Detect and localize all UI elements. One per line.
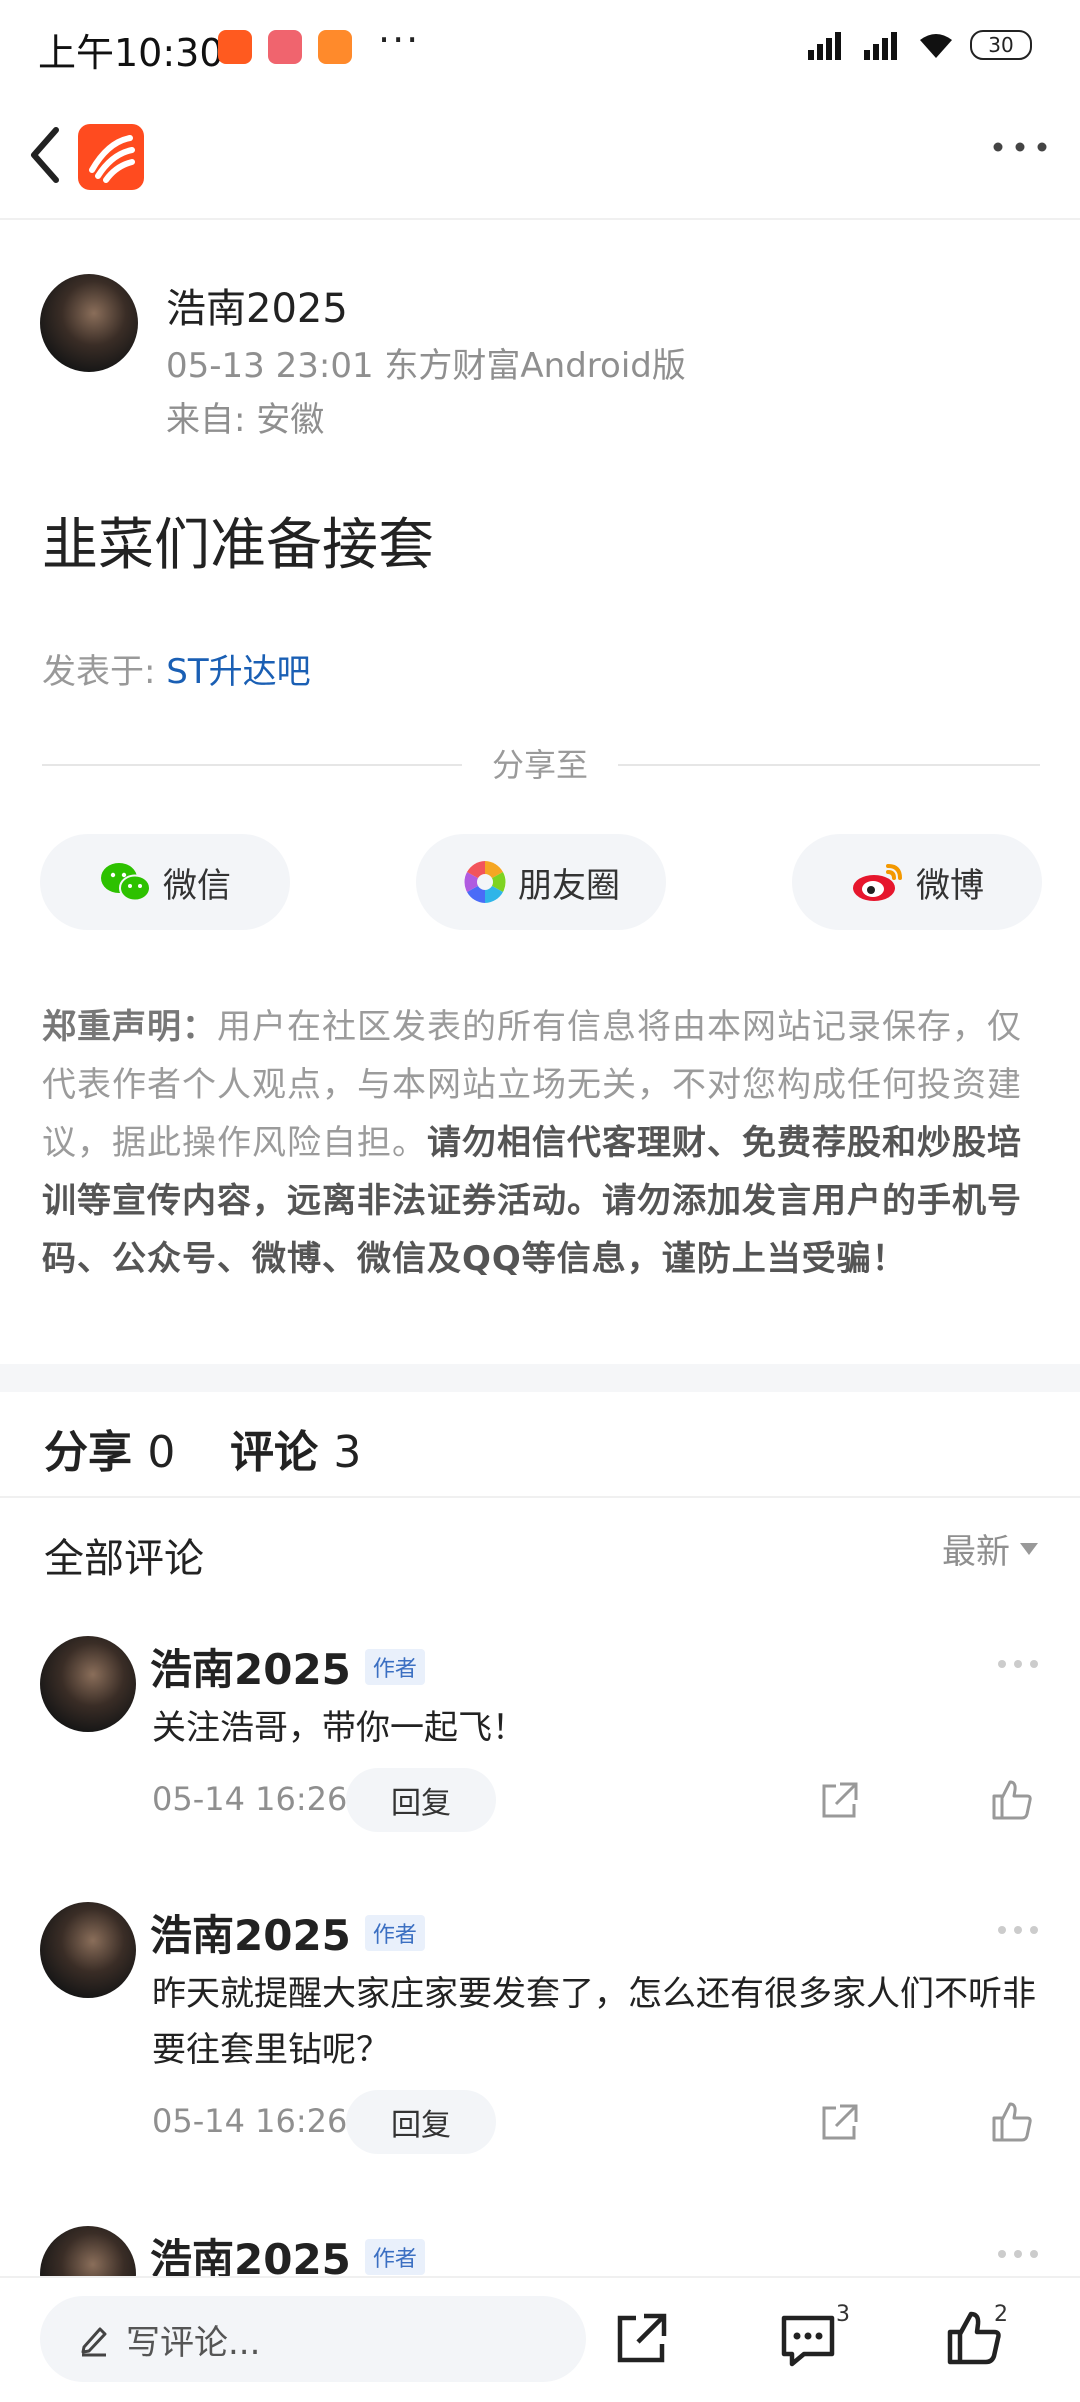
share-moments-label: 朋友圈 — [518, 865, 620, 906]
nav-divider — [0, 218, 1080, 220]
reply-button[interactable]: 回复 — [346, 2090, 496, 2154]
like-count-badge: 2 — [994, 2302, 1008, 2327]
comment-more-icon[interactable] — [996, 1924, 1040, 1936]
chevron-down-icon — [1020, 1542, 1038, 1555]
more-icon[interactable] — [990, 132, 1050, 162]
author-badge: 作者 — [364, 1914, 425, 1951]
posted-in-label: 发表于: — [42, 652, 167, 692]
back-icon[interactable] — [24, 120, 64, 190]
share-count: 0 — [147, 1427, 176, 1478]
post-meta: 05-13 23:01 东方财富Android版 — [166, 338, 686, 387]
share-wechat-button[interactable]: 微信 — [40, 834, 290, 930]
interaction-counts: 分享 0 评论 3 — [44, 1416, 361, 1480]
app-logo[interactable] — [78, 124, 144, 190]
status-right-cluster: 30 — [804, 28, 1032, 62]
comment-author[interactable]: 浩南2025 — [150, 1636, 351, 1697]
status-time: 上午10:30 — [38, 31, 224, 75]
author-avatar[interactable] — [40, 274, 138, 372]
share-icon[interactable] — [818, 1780, 860, 1822]
post-timestamp: 05-13 23:01 — [166, 346, 374, 386]
comment-author[interactable]: 浩南2025 — [150, 1902, 351, 1963]
notification-app-icon — [268, 30, 302, 64]
signal-icon — [864, 32, 897, 60]
comment-count: 3 — [333, 1427, 362, 1478]
like-icon[interactable] — [990, 1778, 1034, 1822]
sort-selector[interactable]: 最新 — [942, 1524, 1038, 1573]
signal-icon — [808, 32, 841, 60]
author-badge: 作者 — [364, 2238, 425, 2275]
comment-text: 昨天就提醒大家庄家要发套了，怎么还有很多家人们不听非要往套里钻呢？ — [152, 1974, 1036, 2070]
comment-time: 05-14 16:26 — [152, 2102, 348, 2140]
disclaimer-lead: 郑重声明： — [42, 1007, 217, 1047]
like-icon[interactable] — [990, 2100, 1034, 2144]
share-label: 分享至 — [492, 746, 589, 784]
weibo-icon — [853, 864, 902, 901]
comment-text: 关注浩哥，带你一起飞！ — [152, 1708, 526, 1748]
reply-button[interactable]: 回复 — [346, 1768, 496, 1832]
share-divider — [42, 764, 462, 766]
share-moments-button[interactable]: 朋友圈 — [416, 834, 666, 930]
post-client: 东方财富Android版 — [384, 346, 686, 386]
comment-more-icon[interactable] — [996, 1658, 1040, 1670]
pencil-icon — [81, 2327, 107, 2357]
share-divider — [618, 764, 1040, 766]
section-separator — [0, 1364, 1080, 1392]
all-comments-title: 全部评论 — [44, 1536, 204, 1582]
notification-app-icon — [318, 30, 352, 64]
posted-in: 发表于: ST升达吧 — [42, 644, 311, 693]
share-wechat-label: 微信 — [163, 865, 231, 906]
write-comment-input[interactable]: 写评论... — [40, 2296, 586, 2382]
disclaimer: 郑重声明：用户在社区发表的所有信息将由本网站记录保存，仅代表作者个人观点，与本网… — [42, 998, 1044, 1288]
share-icon[interactable] — [612, 2310, 670, 2368]
share-icon[interactable] — [818, 2102, 860, 2144]
author-name[interactable]: 浩南2025 — [166, 276, 348, 334]
status-more-icon: ··· — [378, 18, 421, 62]
wifi-icon — [920, 34, 952, 58]
comment-icon[interactable] — [778, 2310, 838, 2370]
share-weibo-button[interactable]: 微博 — [792, 834, 1042, 930]
app-logo-icon — [89, 135, 135, 183]
battery-indicator: 30 — [970, 30, 1032, 60]
comment-avatar[interactable] — [40, 1636, 136, 1732]
comment-header: 浩南2025 作者 — [150, 1636, 425, 1697]
write-comment-placeholder: 写评论... — [126, 2322, 261, 2363]
post-title: 韭菜们准备接套 — [42, 513, 434, 578]
moments-icon — [464, 861, 506, 903]
notification-app-icon — [218, 30, 252, 64]
comment-more-icon[interactable] — [996, 2248, 1040, 2260]
comment-count-badge: 3 — [836, 2302, 850, 2327]
comment-time: 05-14 16:26 — [152, 1780, 348, 1818]
wechat-icon — [101, 863, 151, 902]
comment-header: 浩南2025 作者 — [150, 1902, 425, 1963]
share-weibo-label: 微博 — [916, 865, 984, 906]
comment-avatar[interactable] — [40, 1902, 136, 1998]
forum-link[interactable]: ST升达吧 — [166, 652, 310, 692]
sort-label: 最新 — [942, 1532, 1010, 1572]
share-count-label: 分享 — [44, 1427, 132, 1478]
counts-divider — [0, 1496, 1080, 1498]
author-badge: 作者 — [364, 1648, 425, 1685]
comment-count-label: 评论 — [229, 1427, 318, 1478]
post-location: 来自: 安徽 — [166, 400, 325, 440]
